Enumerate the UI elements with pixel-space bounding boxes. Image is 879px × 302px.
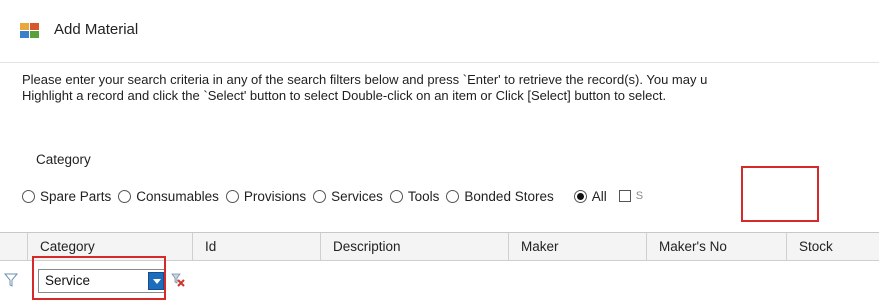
radio-label: All bbox=[591, 188, 607, 204]
highlight-box-all bbox=[741, 166, 819, 222]
radio-button[interactable] bbox=[22, 189, 35, 203]
radio-services[interactable]: Services bbox=[313, 189, 383, 204]
window-title: Add Material bbox=[54, 21, 139, 38]
category-group-label: Category bbox=[36, 152, 91, 167]
radio-all[interactable]: All bbox=[573, 188, 607, 204]
column-header-description[interactable]: Description bbox=[320, 233, 508, 261]
checkbox-label-partial: S bbox=[635, 190, 644, 202]
column-header-makers-no[interactable]: Maker's No bbox=[646, 233, 786, 261]
title-bar: Add Material bbox=[0, 0, 879, 62]
instructions-line-1: Please enter your search criteria in any… bbox=[22, 72, 708, 87]
clear-filter-icon[interactable] bbox=[170, 272, 186, 288]
instructions-text: Please enter your search criteria in any… bbox=[22, 72, 879, 104]
radio-label: Bonded Stores bbox=[464, 188, 554, 204]
highlight-box-service bbox=[32, 256, 166, 300]
radio-button[interactable] bbox=[118, 189, 132, 203]
column-header-id[interactable]: Id bbox=[192, 233, 320, 261]
radio-provisions[interactable]: Provisions bbox=[225, 188, 307, 204]
funnel-icon[interactable] bbox=[4, 273, 18, 287]
radio-label: Provisions bbox=[243, 188, 307, 204]
title-divider bbox=[0, 62, 879, 63]
radio-bonded-stores[interactable]: Bonded Stores bbox=[446, 188, 554, 204]
radio-button[interactable] bbox=[313, 189, 327, 203]
column-header-stock[interactable]: Stock bbox=[786, 233, 879, 261]
radio-label: Spare Parts bbox=[40, 188, 112, 204]
radio-tools[interactable]: Tools bbox=[389, 188, 440, 204]
radio-label: Services bbox=[331, 188, 383, 204]
radio-button-selected[interactable] bbox=[573, 189, 587, 203]
radio-spare-parts[interactable]: Spare Parts bbox=[22, 189, 111, 204]
radio-button[interactable] bbox=[389, 189, 403, 203]
radio-button[interactable] bbox=[225, 189, 239, 203]
radio-consumables[interactable]: Consumables bbox=[118, 189, 219, 204]
radio-button[interactable] bbox=[446, 189, 460, 203]
instructions-line-2: Highlight a record and click the `Select… bbox=[22, 88, 667, 103]
material-app-icon bbox=[20, 23, 39, 38]
radio-label: Tools bbox=[407, 188, 440, 204]
extra-checkbox[interactable] bbox=[618, 190, 631, 202]
column-header-maker[interactable]: Maker bbox=[508, 233, 646, 261]
radio-label: Consumables bbox=[136, 188, 219, 204]
